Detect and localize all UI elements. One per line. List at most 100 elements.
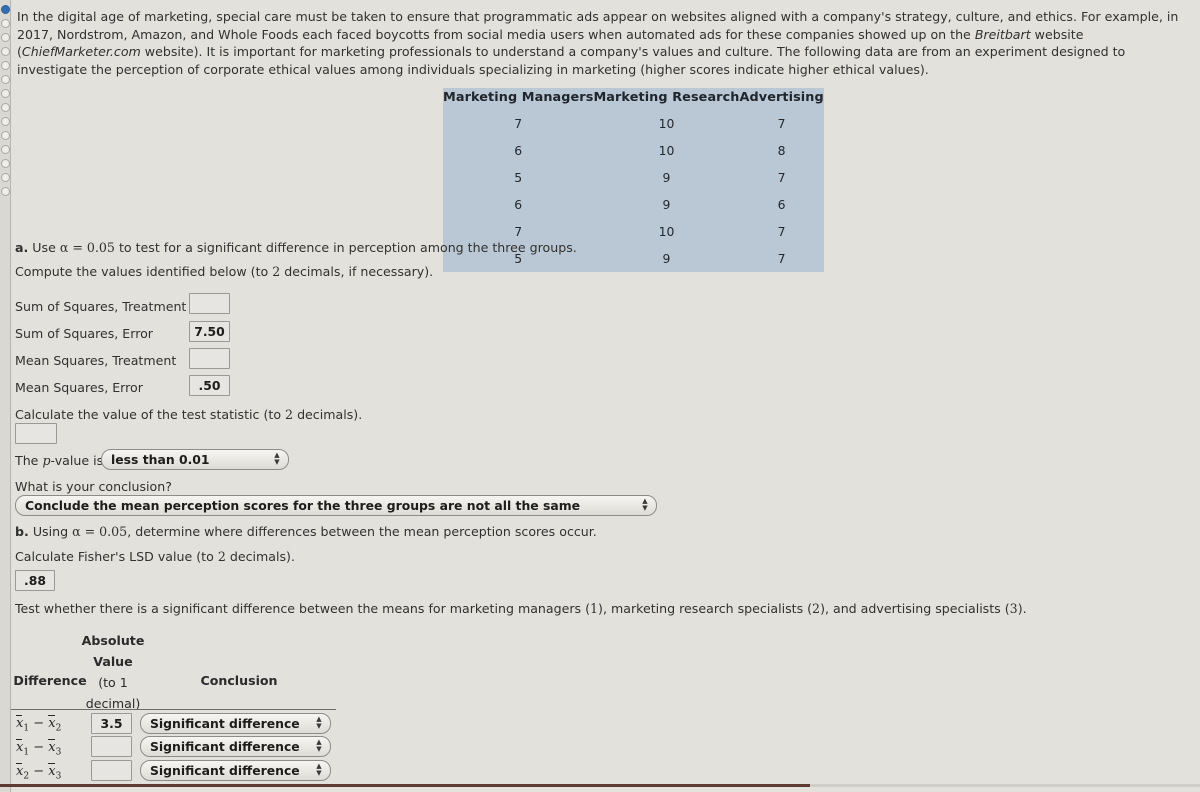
- group-number-3: 3: [1009, 601, 1018, 616]
- question-navigator-dot-11[interactable]: [1, 145, 10, 154]
- part-b-prompt-post: , determine where differences between th…: [127, 524, 597, 539]
- diff-sub-2a: 1: [23, 747, 30, 758]
- column-header-marketing-research: Marketing Research: [593, 90, 740, 105]
- question-navigator-dot-1[interactable]: [1, 5, 10, 14]
- input-lsd-value[interactable]: .88: [15, 570, 55, 591]
- cell-ad-5: 7: [777, 224, 786, 239]
- page-bottom-rule: [0, 784, 810, 787]
- input-diff-1-2[interactable]: 3.5: [91, 713, 132, 734]
- lsd-table-divider: [11, 709, 336, 710]
- header-absolute-line4: decimal): [85, 696, 141, 711]
- question-navigator-dot-5[interactable]: [1, 61, 10, 70]
- chevron-updown-icon: ▲ ▼: [642, 497, 648, 512]
- test-sentence-post: ).: [1017, 601, 1027, 616]
- cell-ad-1: 7: [777, 116, 786, 131]
- question-navigator-dot-4[interactable]: [1, 47, 10, 56]
- diff-label-2-3: x2 − x3: [16, 763, 62, 782]
- test-sentence-mid2: ), and advertising specialists (: [820, 601, 1010, 616]
- chevron-updown-icon: ▲ ▼: [316, 715, 322, 730]
- select-pvalue-value: less than 0.01: [111, 452, 210, 467]
- test-sentence-pre: Test whether there is a significant diff…: [15, 601, 591, 616]
- column-header-marketing-managers: Marketing Managers: [443, 90, 594, 105]
- diff-label-1-2: x1 − x2: [16, 715, 62, 734]
- pvalue-p-symbol: p: [42, 453, 51, 468]
- input-ss-treatment[interactable]: [189, 293, 230, 314]
- part-a-alpha: α = 0.05: [59, 240, 115, 255]
- intro-italic-breitbart: Breitbart: [974, 26, 1031, 42]
- table-header-row: Marketing Managers Marketing Research Ad…: [443, 88, 824, 110]
- cell-mm-3: 5: [514, 170, 523, 185]
- test-stat-post: decimals).: [293, 407, 363, 422]
- cell-mr-1: 10: [658, 116, 675, 131]
- question-navigator-dot-6[interactable]: [1, 75, 10, 84]
- input-diff-2-3[interactable]: [91, 760, 132, 781]
- select-conclusion-1-3[interactable]: Significant difference ▲ ▼: [140, 736, 331, 757]
- select-conclusion-value: Conclude the mean perception scores for …: [25, 498, 581, 513]
- part-a-prompt-pre: Use: [28, 240, 60, 255]
- group-number-1: 1: [590, 601, 599, 616]
- part-a-label: a.: [15, 240, 29, 255]
- header-absolute-value: Absolute Value (to 1 decimal): [73, 630, 153, 714]
- table-row: 6 10 8: [443, 137, 824, 164]
- test-stat-pre: Calculate the value of the test statisti…: [15, 407, 286, 422]
- cell-ad-2: 8: [777, 143, 786, 158]
- question-content: In the digital age of marketing, special…: [11, 0, 1200, 792]
- cell-ad-4: 6: [777, 197, 786, 212]
- question-navigator-rail[interactable]: [0, 0, 11, 792]
- diff-label-1-3: x1 − x3: [16, 739, 62, 758]
- chevron-updown-icon: ▲ ▼: [274, 451, 280, 466]
- cell-ad-3: 7: [777, 170, 786, 185]
- label-ss-treatment: Sum of Squares, Treatment: [15, 299, 187, 314]
- header-absolute-line3: (to 1: [98, 675, 128, 690]
- diff-sub-2b: 3: [55, 747, 62, 758]
- diff-sub-3b: 3: [55, 771, 62, 782]
- input-ss-error[interactable]: 7.50: [189, 321, 230, 342]
- diff-sub-1b: 2: [55, 723, 62, 734]
- question-navigator-dot-10[interactable]: [1, 131, 10, 140]
- question-navigator-dot-8[interactable]: [1, 103, 10, 112]
- label-ms-treatment: Mean Squares, Treatment: [15, 353, 177, 368]
- cell-mm-2: 6: [514, 143, 523, 158]
- input-diff-1-3[interactable]: [91, 736, 132, 757]
- significance-test-sentence: Test whether there is a significant diff…: [15, 601, 1027, 617]
- question-navigator-dot-2[interactable]: [1, 19, 10, 28]
- part-b-alpha: α = 0.05: [72, 524, 128, 539]
- part-a-prompt: a. Use α = 0.05 to test for a significan…: [15, 240, 577, 256]
- test-sentence-mid1: ), marketing research specialists (: [598, 601, 813, 616]
- header-absolute-line2: Value: [93, 654, 133, 669]
- part-a-prompt-post: to test for a significant difference in …: [114, 240, 577, 255]
- select-pvalue[interactable]: less than 0.01 ▲ ▼: [101, 449, 289, 470]
- chevron-updown-icon: ▲ ▼: [316, 762, 322, 777]
- question-navigator-dot-13[interactable]: [1, 173, 10, 182]
- select-conclusion-2-3[interactable]: Significant difference ▲ ▼: [140, 760, 331, 781]
- intro-italic-chiefmarketer: ChiefMarketer.com: [21, 44, 141, 60]
- input-ms-error[interactable]: .50: [189, 375, 230, 396]
- table-row: 5 9 7: [443, 164, 824, 191]
- pvalue-pre: The: [15, 453, 43, 468]
- cell-mr-4: 9: [662, 197, 671, 212]
- test-statistic-instruction: Calculate the value of the test statisti…: [15, 407, 362, 423]
- question-navigator-dot-3[interactable]: [1, 33, 10, 42]
- test-stat-num: 2: [285, 407, 294, 422]
- select-conclusion-1-2[interactable]: Significant difference ▲ ▼: [140, 713, 331, 734]
- header-absolute-line1: Absolute: [81, 633, 145, 648]
- cell-mr-5: 10: [658, 224, 675, 239]
- question-navigator-dot-14[interactable]: [1, 187, 10, 196]
- group-number-2: 2: [812, 601, 821, 616]
- lsd-num: 2: [217, 549, 226, 564]
- question-navigator-dot-12[interactable]: [1, 159, 10, 168]
- compute-instruction: Compute the values identified below (to …: [15, 264, 433, 280]
- select-conclusion-1-3-value: Significant difference: [150, 739, 300, 754]
- cell-ad-6: 7: [777, 251, 786, 266]
- select-conclusion[interactable]: Conclude the mean perception scores for …: [15, 495, 657, 516]
- intro-paragraph: In the digital age of marketing, special…: [17, 8, 1193, 78]
- table-row: 6 9 6: [443, 191, 824, 218]
- input-ms-treatment[interactable]: [189, 348, 230, 369]
- select-conclusion-1-2-value: Significant difference: [150, 716, 300, 731]
- lsd-pre: Calculate Fisher's LSD value (to: [15, 549, 218, 564]
- question-navigator-dot-9[interactable]: [1, 117, 10, 126]
- question-navigator-dot-7[interactable]: [1, 89, 10, 98]
- header-conclusion: Conclusion: [200, 673, 278, 688]
- input-test-statistic[interactable]: [15, 423, 57, 444]
- lsd-post: decimals).: [225, 549, 295, 564]
